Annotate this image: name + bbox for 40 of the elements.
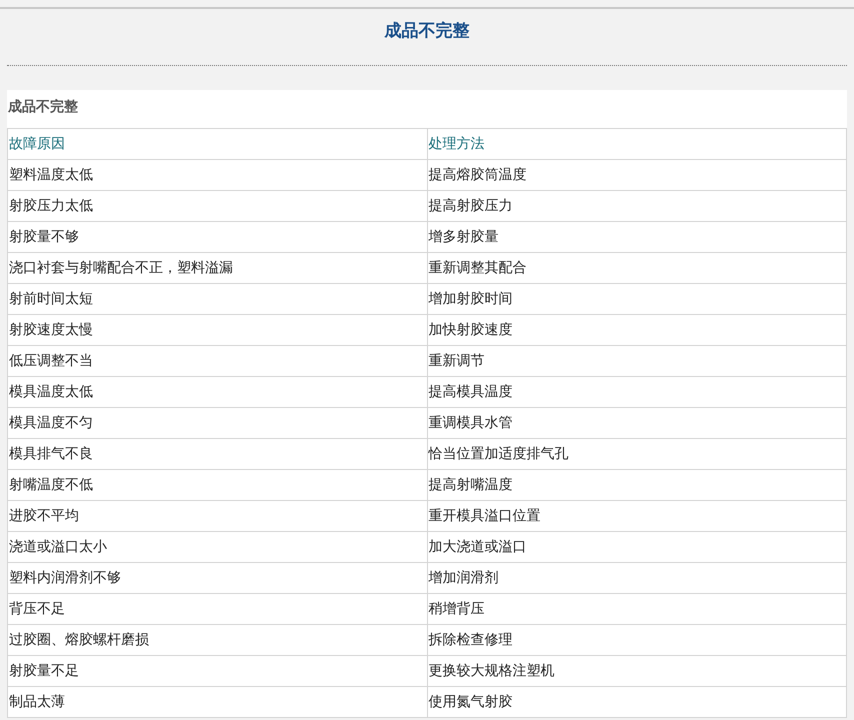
column-header: 处理方法	[427, 128, 846, 160]
table-cell: 射嘴温度不低	[8, 470, 427, 500]
table-cell: 增加润滑剂	[427, 562, 846, 594]
table-cell: 过胶圈、熔胶螺杆磨损	[8, 624, 427, 656]
table-cell: 塑料内润滑剂不够	[8, 562, 427, 594]
table-cell: 使用氮气射胶	[427, 686, 846, 718]
table-cell: 稍增背压	[427, 594, 846, 624]
table-cell: 模具温度太低	[8, 376, 427, 408]
table-cell: 重新调整其配合	[427, 252, 846, 284]
section-title: 成品不完整	[8, 99, 78, 115]
table-cell: 塑料温度太低	[8, 160, 427, 190]
table-cell: 加大浇道或溢口	[427, 532, 846, 562]
table-cell: 重调模具水管	[427, 408, 846, 438]
table-cell: 拆除检查修理	[427, 624, 846, 656]
table-cell: 背压不足	[8, 594, 427, 624]
table-cell: 提高射胶压力	[427, 190, 846, 222]
table-cell: 制品太薄	[8, 686, 427, 718]
table-cell: 恰当位置加适度排气孔	[427, 438, 846, 470]
table-cell: 重新调节	[427, 346, 846, 376]
table-cell: 射前时间太短	[8, 284, 427, 314]
table-cell: 模具排气不良	[8, 438, 427, 470]
table-cell: 进胶不平均	[8, 500, 427, 532]
table-cell: 提高射嘴温度	[427, 470, 846, 500]
table-cell: 加快射胶速度	[427, 314, 846, 346]
table-cell: 浇口衬套与射嘴配合不正，塑料溢漏	[8, 252, 427, 284]
table-cell: 增加射胶时间	[427, 284, 846, 314]
table-cell: 提高熔胶筒温度	[427, 160, 846, 190]
table-cell: 射胶压力太低	[8, 190, 427, 222]
table-cell: 重开模具溢口位置	[427, 500, 846, 532]
table-cell: 射胶量不足	[8, 656, 427, 686]
table-cell: 射胶速度太慢	[8, 314, 427, 346]
table-cell: 增多射胶量	[427, 222, 846, 252]
table-cell: 浇道或溢口太小	[8, 532, 427, 562]
page-title: 成品不完整	[384, 21, 470, 41]
column-header: 故障原因	[8, 128, 427, 160]
table-cell: 提高模具温度	[427, 376, 846, 408]
table-cell: 射胶量不够	[8, 222, 427, 252]
table-cell: 更换较大规格注塑机	[427, 656, 846, 686]
table-cell: 低压调整不当	[8, 346, 427, 376]
table-cell: 模具温度不匀	[8, 408, 427, 438]
